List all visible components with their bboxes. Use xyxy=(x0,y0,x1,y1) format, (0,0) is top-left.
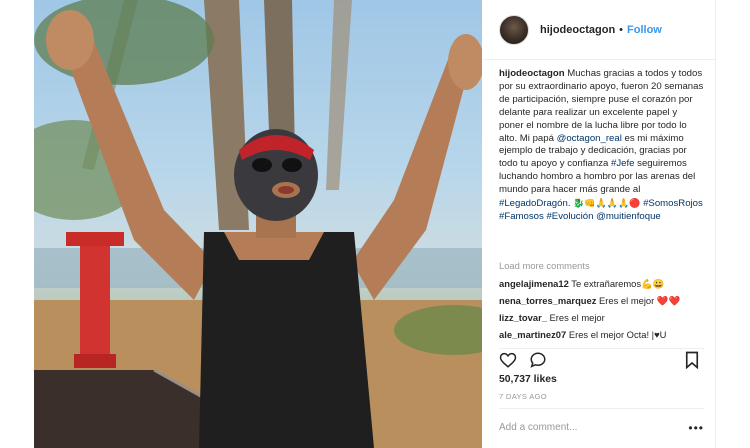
add-comment-row: Add a comment... ••• xyxy=(499,408,704,446)
caption-hashtag-famosos[interactable]: #Famosos xyxy=(499,211,544,222)
caption-emojis: 🐉👊🙏🙏🙏🔴 xyxy=(573,198,641,209)
bookmark-icon[interactable] xyxy=(684,351,700,369)
post-caption: hijodeoctagon Muchas gracias a todos y t… xyxy=(499,68,704,224)
post-photo[interactable] xyxy=(34,0,482,448)
caption-username[interactable]: hijodeoctagon xyxy=(499,68,565,79)
more-options-icon[interactable]: ••• xyxy=(688,421,704,435)
avatar[interactable] xyxy=(499,14,529,45)
caption-mention-octagon[interactable]: @octagon_real xyxy=(557,133,622,144)
comment-text: Eres el mejor xyxy=(549,312,605,323)
post-sidebar: hijodeoctagon • Follow hijodeoctagon Muc… xyxy=(483,0,716,448)
load-more-comments[interactable]: Load more comments xyxy=(499,260,590,271)
caption-mention-muitienfoque[interactable]: @muitienfoque xyxy=(596,211,661,222)
comment-username[interactable]: lizz_tovar_ xyxy=(499,312,547,323)
comment-text: Te extrañaremos💪😀 xyxy=(571,278,665,289)
caption-hashtag-legado[interactable]: #LegadoDragón. xyxy=(499,198,570,209)
likes-count[interactable]: 50,737 likes xyxy=(499,374,557,385)
post-timestamp[interactable]: 7 DAYS AGO xyxy=(499,392,547,401)
comment-item: angelajimena12 Te extrañaremos💪😀 xyxy=(499,278,664,290)
speech-bubble-icon[interactable] xyxy=(529,351,547,369)
add-comment-input[interactable]: Add a comment... xyxy=(499,422,577,433)
caption-hashtag-jefe[interactable]: #Jefe xyxy=(611,158,634,169)
comment-item: nena_torres_marquez Eres el mejor ❤️❤️ xyxy=(499,295,680,307)
comment-item: lizz_tovar_ Eres el mejor xyxy=(499,312,605,323)
comment-hearts: ❤️❤️ xyxy=(656,295,681,306)
comment-text: Eres el mejor Octa! |♥U xyxy=(568,329,667,340)
comment-username[interactable]: ale_martinez07 xyxy=(499,329,566,340)
header-username[interactable]: hijodeoctagon xyxy=(540,24,615,36)
comment-text: Eres el mejor xyxy=(599,295,655,306)
comment-item: ale_martinez07 Eres el mejor Octa! |♥U xyxy=(499,329,666,340)
comment-username[interactable]: angelajimena12 xyxy=(499,278,569,289)
follow-button[interactable]: Follow xyxy=(627,24,662,36)
comment-username[interactable]: nena_torres_marquez xyxy=(499,295,596,306)
wrestler-photo-illustration xyxy=(34,0,482,448)
heart-outline-icon[interactable] xyxy=(499,351,517,369)
caption-hashtag-somosrojos[interactable]: #SomosRojos xyxy=(643,198,703,209)
header-separator: • xyxy=(619,23,624,36)
post-actions xyxy=(499,348,704,370)
caption-hashtag-evolucion[interactable]: #Evolución xyxy=(546,211,593,222)
post-header: hijodeoctagon • Follow xyxy=(483,0,716,60)
